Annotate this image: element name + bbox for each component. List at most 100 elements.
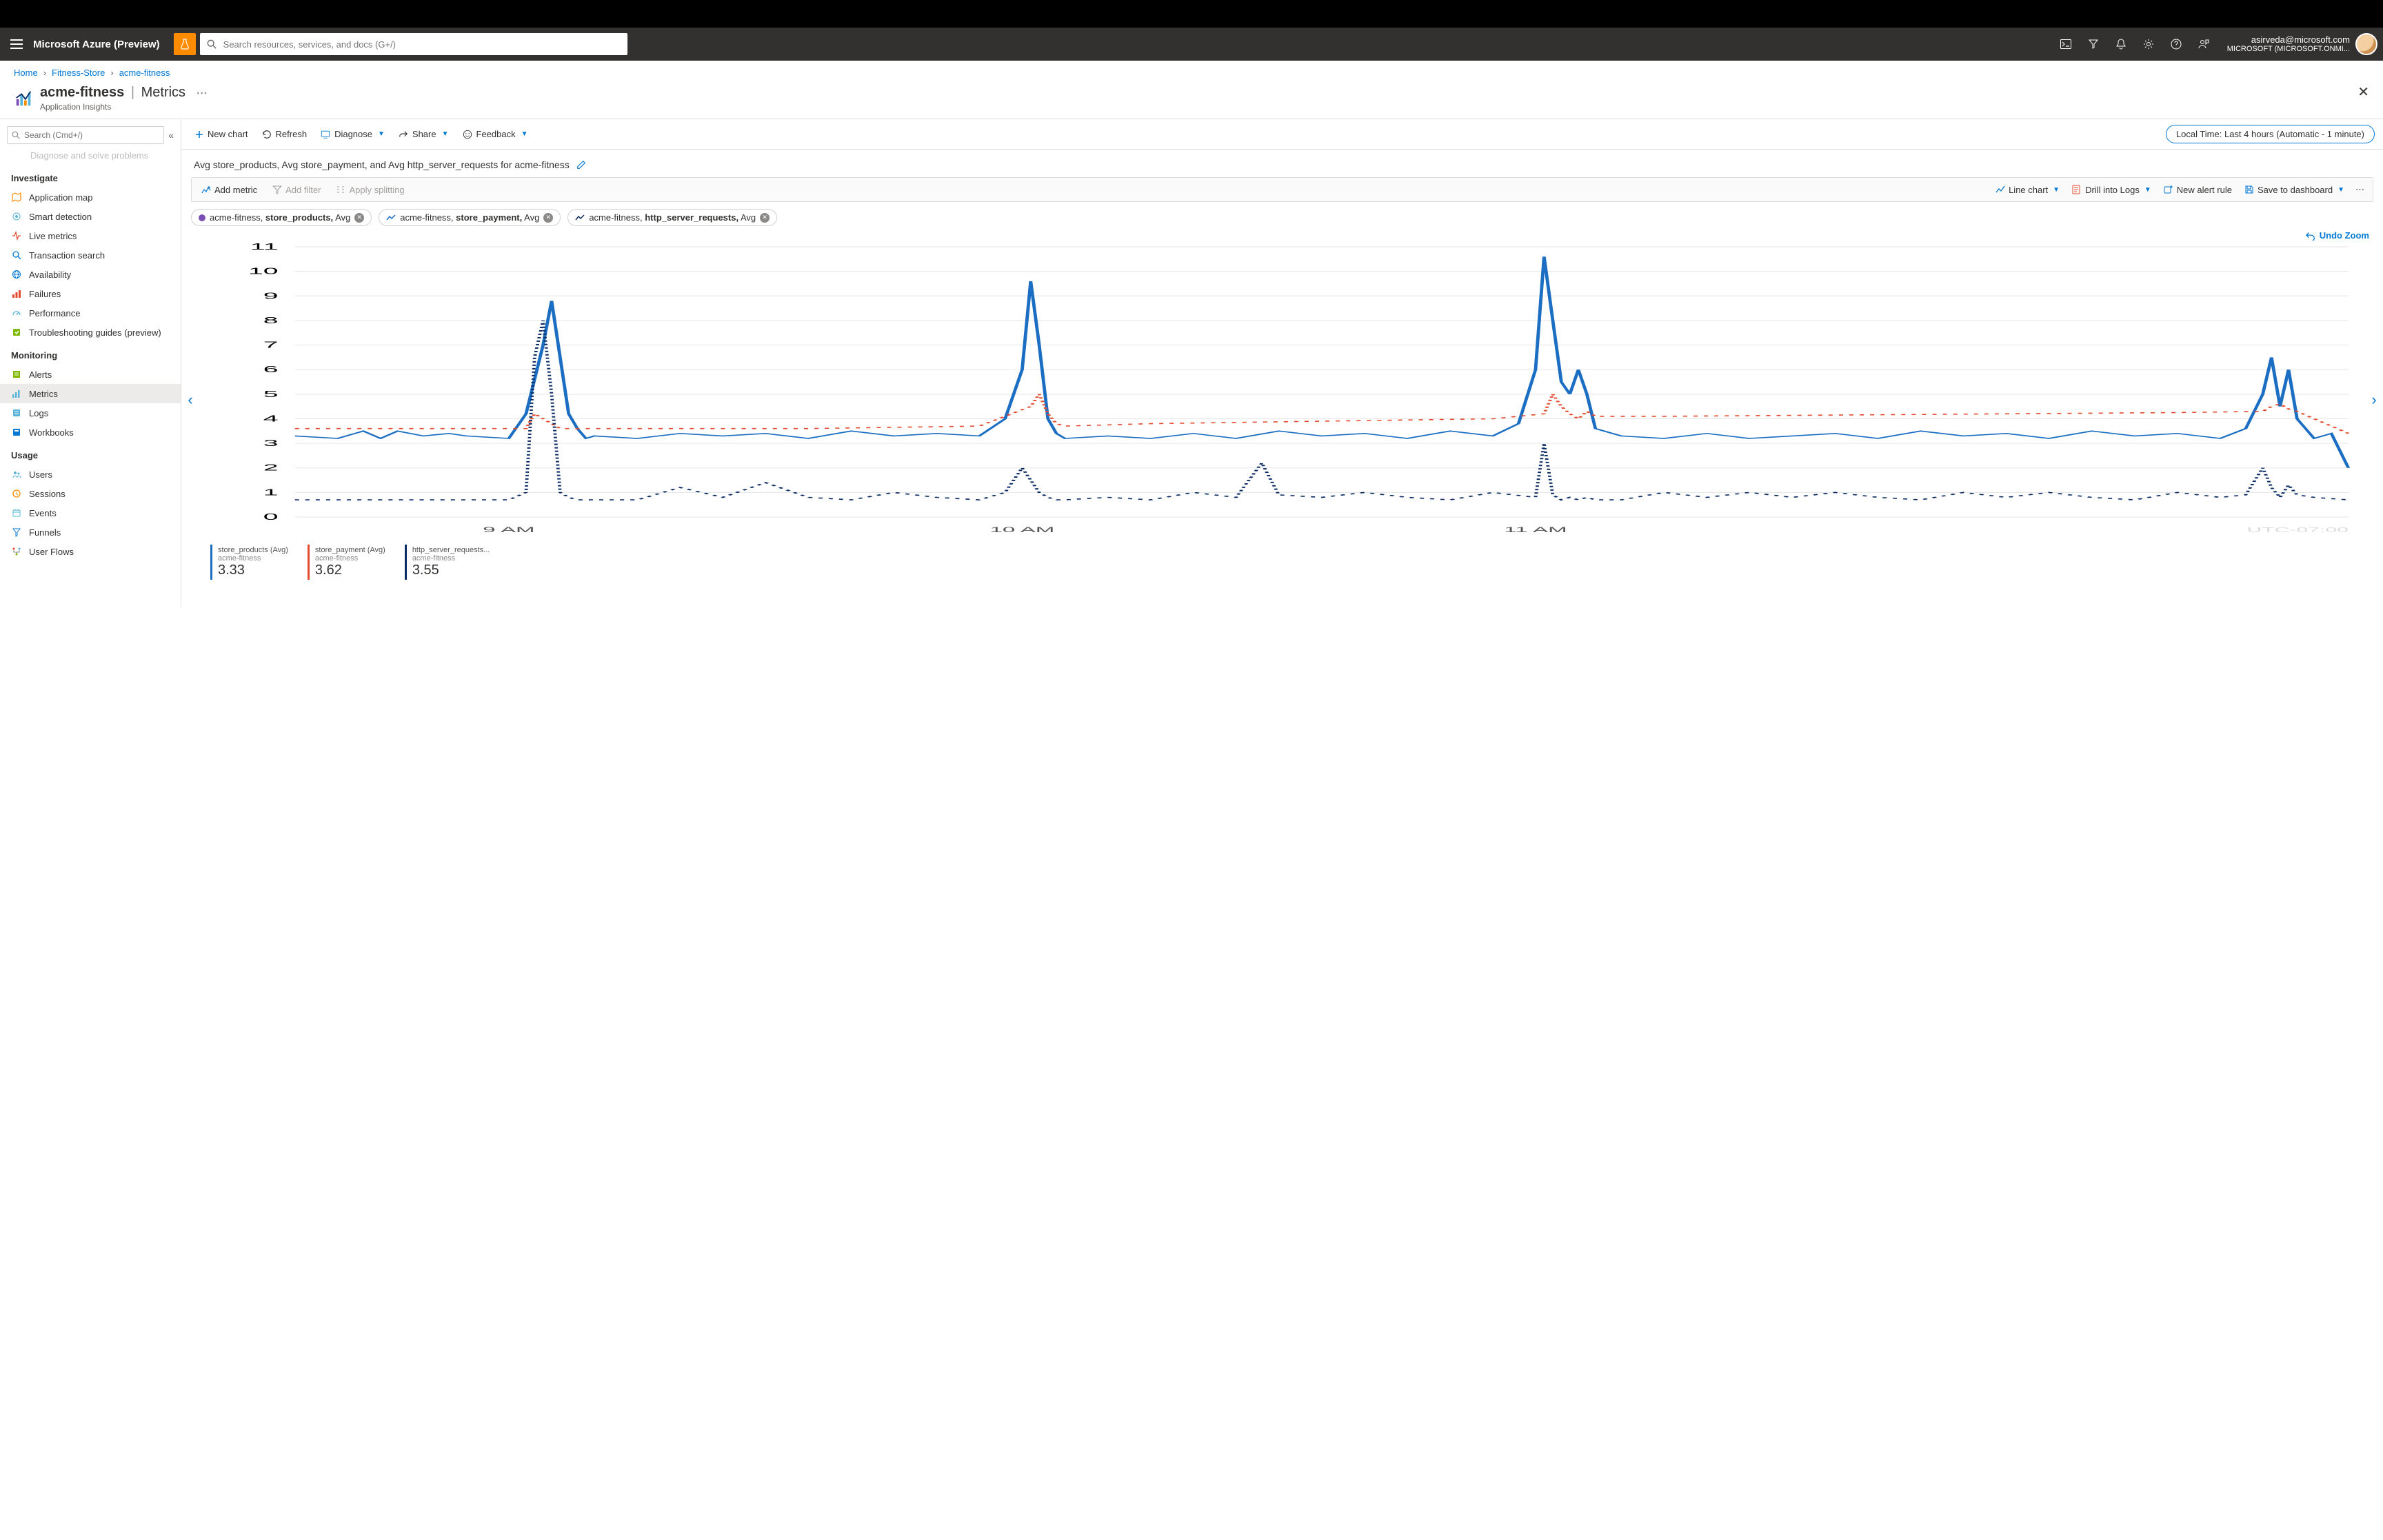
- sidebar-item-metrics[interactable]: Metrics: [0, 384, 181, 403]
- sessions-icon: [11, 488, 22, 499]
- search-icon: [11, 250, 22, 261]
- sidebar-item-application-map[interactable]: Application map: [0, 188, 181, 207]
- series-line: [295, 256, 2349, 467]
- edit-title-button[interactable]: [576, 160, 586, 170]
- bell-icon: [2116, 39, 2126, 50]
- sidebar-search-input[interactable]: [7, 126, 164, 144]
- legend-sub: acme-fitness: [315, 554, 385, 563]
- remove-pill-button[interactable]: ✕: [354, 213, 364, 223]
- chevron-down-icon: ▼: [521, 130, 528, 138]
- diagnose-button[interactable]: Diagnose ▼: [315, 126, 390, 142]
- sidebar-item-label: Troubleshooting guides (preview): [29, 327, 161, 338]
- blade-subtitle: Application Insights: [40, 102, 208, 112]
- alert-icon: [11, 369, 22, 380]
- workbook-icon: [11, 427, 22, 438]
- feedback-button[interactable]: Feedback ▼: [457, 126, 534, 142]
- notifications-button[interactable]: [2107, 30, 2135, 58]
- svg-text:10: 10: [248, 267, 279, 276]
- refresh-button[interactable]: Refresh: [257, 126, 313, 142]
- avatar: [2355, 33, 2377, 55]
- sidebar-item-transaction-search[interactable]: Transaction search: [0, 245, 181, 265]
- breadcrumb-fitness-store[interactable]: Fitness-Store: [52, 68, 105, 78]
- chart-prev-button[interactable]: ‹: [184, 386, 197, 414]
- cloud-shell-icon: [2060, 39, 2071, 49]
- account-tenant: MICROSOFT (MICROSOFT.ONMI...: [2227, 45, 2350, 54]
- blade-sidebar: « Diagnose and solve problems Investigat…: [0, 119, 181, 607]
- save-dashboard-button[interactable]: Save to dashboard ▼: [2240, 183, 2349, 197]
- new-chart-button[interactable]: New chart: [190, 126, 254, 142]
- remove-pill-button[interactable]: ✕: [543, 213, 553, 223]
- metric-pill[interactable]: acme-fitness, http_server_requests, Avg✕: [567, 209, 777, 226]
- global-search[interactable]: [200, 33, 627, 55]
- alert-plus-icon: [2164, 185, 2173, 194]
- new-alert-button[interactable]: New alert rule: [2160, 183, 2236, 197]
- chevron-down-icon: ▼: [2337, 186, 2344, 194]
- sidebar-item-smart-detection[interactable]: Smart detection: [0, 207, 181, 226]
- sidebar-item-sessions[interactable]: Sessions: [0, 484, 181, 503]
- sidebar-item-troubleshooting[interactable]: Troubleshooting guides (preview): [0, 323, 181, 342]
- legend-card[interactable]: store_products (Avg)acme-fitness3.33: [210, 545, 294, 580]
- sidebar-heading: Monitoring: [11, 350, 181, 361]
- chart-title-row: Avg store_products, Avg store_payment, a…: [181, 150, 2383, 177]
- sidebar-item-logs[interactable]: Logs: [0, 403, 181, 423]
- sidebar-item-label: Alerts: [29, 369, 52, 380]
- global-search-input[interactable]: [222, 39, 621, 50]
- drill-logs-button[interactable]: Drill into Logs ▼: [2068, 183, 2155, 197]
- help-button[interactable]: [2162, 30, 2190, 58]
- legend-sub: acme-fitness: [218, 554, 288, 563]
- hamburger-button[interactable]: [0, 28, 33, 61]
- sidebar-item-performance[interactable]: Performance: [0, 303, 181, 323]
- remove-pill-button[interactable]: ✕: [760, 213, 770, 223]
- flows-icon: [11, 546, 22, 557]
- legend-card[interactable]: http_server_requests...acme-fitness3.55: [405, 545, 496, 580]
- sidebar-item-label: Users: [29, 469, 52, 480]
- filter-icon: [272, 185, 282, 194]
- sidebar-item-events[interactable]: Events: [0, 503, 181, 523]
- settings-button[interactable]: [2135, 30, 2162, 58]
- chart-type-button[interactable]: Line chart ▼: [1991, 183, 2064, 197]
- more-button[interactable]: ⋯: [2353, 182, 2367, 197]
- collapse-sidebar-button[interactable]: «: [168, 130, 174, 141]
- blade-more-button[interactable]: ⋯: [197, 88, 208, 99]
- sidebar-item-workbooks[interactable]: Workbooks: [0, 423, 181, 442]
- cloud-shell-button[interactable]: [2052, 30, 2080, 58]
- chevron-down-icon: ▼: [378, 130, 385, 138]
- sidebar-item-user-flows[interactable]: User Flows: [0, 542, 181, 561]
- metric-pill[interactable]: acme-fitness, store_products, Avg✕: [191, 209, 372, 226]
- svg-text:9 AM: 9 AM: [483, 526, 535, 534]
- chevron-down-icon: ▼: [442, 130, 449, 138]
- legend-card[interactable]: store_payment (Avg)acme-fitness3.62: [308, 545, 391, 580]
- pencil-icon: [576, 160, 586, 170]
- breadcrumb-acme-fitness[interactable]: acme-fitness: [119, 68, 170, 78]
- person-feedback-icon: [2198, 39, 2209, 50]
- chart-next-button[interactable]: ›: [2368, 386, 2380, 414]
- sidebar-ghost-item: Diagnose and solve problems: [0, 148, 181, 165]
- metrics-line-chart[interactable]: 012345678910119 AM10 AM11 AMUTC-07:00: [191, 241, 2373, 538]
- legend-value: 3.33: [218, 563, 288, 578]
- blade-main: New chart Refresh Diagnose ▼ Share ▼: [181, 119, 2383, 607]
- sidebar-item-availability[interactable]: Availability: [0, 265, 181, 284]
- metric-toolbar: Add metric Add filter Apply splitting Li…: [191, 177, 2373, 202]
- sidebar-item-failures[interactable]: Failures: [0, 284, 181, 303]
- undo-zoom-button[interactable]: Undo Zoom: [2306, 230, 2369, 241]
- sidebar-item-users[interactable]: Users: [0, 465, 181, 484]
- account-menu[interactable]: asirveda@microsoft.com MICROSOFT (MICROS…: [2222, 33, 2383, 55]
- breadcrumb-home[interactable]: Home: [14, 68, 38, 78]
- letterbox: [0, 0, 2383, 28]
- share-button[interactable]: Share ▼: [393, 126, 454, 142]
- sidebar-item-funnels[interactable]: Funnels: [0, 523, 181, 542]
- close-blade-button[interactable]: ✕: [2357, 83, 2369, 101]
- sidebar-item-alerts[interactable]: Alerts: [0, 365, 181, 384]
- users-icon: [11, 469, 22, 480]
- directory-button[interactable]: [2080, 30, 2107, 58]
- svg-text:4: 4: [263, 414, 279, 423]
- brand-label[interactable]: Microsoft Azure (Preview): [33, 39, 170, 50]
- svg-text:3: 3: [263, 438, 279, 448]
- preview-icon-button[interactable]: [174, 33, 196, 55]
- sidebar-item-live-metrics[interactable]: Live metrics: [0, 226, 181, 245]
- feedback-topbar-button[interactable]: [2190, 30, 2218, 58]
- time-range-button[interactable]: Local Time: Last 4 hours (Automatic - 1 …: [2166, 125, 2375, 143]
- add-metric-button[interactable]: Add metric: [197, 183, 261, 197]
- sidebar-item-label: Live metrics: [29, 231, 77, 241]
- metric-pill[interactable]: acme-fitness, store_payment, Avg✕: [379, 209, 561, 226]
